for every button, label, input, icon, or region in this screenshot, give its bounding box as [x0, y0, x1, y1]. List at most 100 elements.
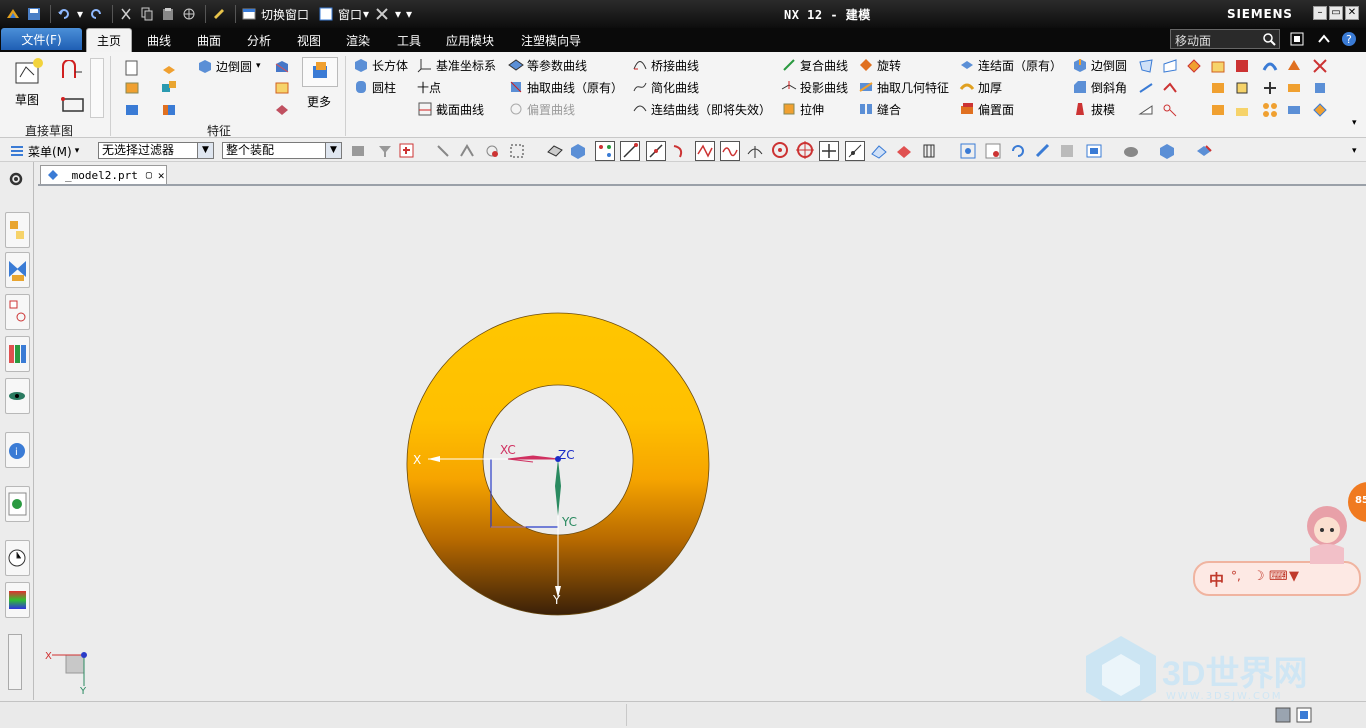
restore-tab-icon[interactable]: ▢ [146, 170, 152, 181]
fit-view-icon[interactable] [959, 142, 977, 160]
tangent-selection-icon[interactable] [458, 142, 476, 160]
type-filter-select[interactable]: 无选择过滤器 ▼ [98, 142, 214, 159]
thicken-button[interactable]: 加厚 [959, 78, 1002, 96]
selection-scope-select[interactable]: 整个装配 ▼ [222, 142, 342, 159]
sketch-button[interactable]: 草图 [15, 90, 39, 108]
bounded-plane-icon[interactable] [1162, 58, 1178, 74]
tools-icon[interactable] [373, 5, 391, 23]
ime-toolbar[interactable]: 中 °, ☽ ⌨ ▼ [1193, 561, 1361, 596]
resource-bar-scroll[interactable] [8, 634, 22, 690]
snap-quadrant-icon[interactable] [796, 141, 814, 159]
minimize-button[interactable]: – [1313, 6, 1327, 20]
restore-button[interactable]: ▭ [1329, 6, 1343, 20]
block-orange-icon[interactable] [124, 80, 140, 96]
save-icon[interactable] [25, 5, 43, 23]
cut-icon[interactable] [117, 5, 135, 23]
mirror-icon[interactable] [1286, 80, 1302, 96]
tab-tools[interactable]: 工具 [397, 28, 421, 52]
move-face-icon[interactable] [1286, 102, 1302, 118]
ribbon-options-icon[interactable]: ▾ [1352, 118, 1362, 134]
pattern-grid-icon[interactable] [1262, 102, 1278, 118]
general-selection-icon[interactable] [350, 142, 368, 160]
switch-window-button[interactable]: 切换窗口 [261, 6, 309, 23]
bridge-curve-button[interactable]: 桥接曲线 [632, 56, 699, 74]
fullscreen-icon[interactable] [1289, 31, 1305, 47]
snap-point-on-curve-button[interactable] [845, 141, 865, 161]
synchronous-icon[interactable] [1312, 102, 1328, 118]
graphics-window[interactable]: X Y XC YC ZC X Y 中 °, ☽ ⌨ ▼ 85 3D世界网 WWW… [38, 184, 1366, 712]
tab-applications[interactable]: 应用模块 [446, 28, 494, 52]
more-gallery-icon[interactable] [302, 57, 338, 87]
ime-punctuation-label[interactable]: °, [1231, 569, 1241, 583]
extract-curve-button[interactable]: 抽取曲线（原有） [508, 78, 623, 96]
new-page-icon[interactable] [124, 60, 140, 76]
fill-surface-icon[interactable] [1210, 102, 1226, 118]
extrude-button[interactable]: 拉伸 [781, 100, 824, 118]
search-icon[interactable] [1262, 32, 1276, 46]
allow-selection-icon[interactable] [483, 142, 501, 160]
snap-curve-icon[interactable] [670, 142, 688, 160]
gear-feature-icon[interactable] [1234, 102, 1250, 118]
snap-spline-button[interactable] [720, 141, 740, 161]
command-search-input[interactable]: 移动面 [1170, 29, 1280, 49]
edge-blend-2-button[interactable]: 边倒圆 [1072, 56, 1127, 74]
history-clock-icon[interactable] [5, 540, 30, 576]
nx-logo-icon[interactable] [4, 5, 22, 23]
tab-home[interactable]: 主页 [86, 28, 133, 52]
snap-on-surface-icon[interactable] [870, 142, 888, 160]
offset-face-button[interactable]: 偏置面 [959, 100, 1014, 118]
sketch-icon[interactable] [12, 57, 44, 87]
close-button[interactable]: ✕ [1345, 6, 1359, 20]
main-menu-button[interactable]: 菜单(M) ▾ [9, 142, 79, 160]
view-cube-icon[interactable] [1158, 142, 1176, 160]
undo-dropdown-icon[interactable]: ▾ [76, 5, 84, 23]
split-body-icon[interactable] [1262, 80, 1278, 96]
pan-view-icon[interactable] [1034, 142, 1052, 160]
snap-endpoint-button[interactable] [595, 141, 615, 161]
collapse-ribbon-icon[interactable] [1316, 31, 1332, 47]
hd3d-tools-icon[interactable]: i [5, 432, 30, 468]
unite-surface-icon[interactable] [1312, 58, 1328, 74]
unite-icon[interactable] [124, 102, 140, 118]
fullscreen-toggle-icon[interactable] [1296, 707, 1312, 723]
blend-icon[interactable] [1262, 58, 1278, 74]
point-button[interactable]: 十点 [417, 78, 441, 96]
assembly-navigator-icon[interactable] [5, 212, 30, 248]
rectangle-select-icon[interactable] [508, 142, 526, 160]
tab-surface[interactable]: 曲面 [197, 28, 221, 52]
reuse-library-icon[interactable] [5, 336, 30, 372]
touch-mode-icon[interactable] [210, 5, 228, 23]
replace-face-icon[interactable] [1210, 80, 1226, 96]
copy-icon[interactable] [138, 5, 156, 23]
toolbar-options-icon[interactable]: ▾ [1352, 146, 1357, 156]
project-curve-button[interactable]: 投影曲线 [781, 78, 848, 96]
perspective-icon[interactable] [1058, 142, 1076, 160]
paste-icon[interactable] [159, 5, 177, 23]
orient-view-icon[interactable] [1085, 142, 1103, 160]
select-all-icon[interactable] [398, 142, 416, 160]
constraint-navigator-icon[interactable] [5, 252, 30, 288]
history-icon[interactable] [5, 378, 30, 414]
datum-csys-button[interactable]: 基准坐标系 [417, 56, 496, 74]
zoom-icon[interactable] [984, 142, 1002, 160]
help-icon[interactable]: ? [1341, 31, 1357, 47]
undo-icon[interactable] [55, 5, 73, 23]
surface-icon[interactable] [1138, 58, 1154, 74]
web-browser-icon[interactable] [5, 486, 30, 522]
sweep-icon[interactable] [1286, 58, 1302, 74]
snap-arc-center-icon[interactable] [771, 141, 789, 159]
part-navigator-icon[interactable] [5, 294, 30, 330]
tab-analysis[interactable]: 分析 [247, 28, 271, 52]
profile-icon[interactable] [60, 59, 86, 82]
extrude-face-icon[interactable] [161, 60, 177, 76]
snap-intersection-icon[interactable] [746, 142, 764, 160]
ruled-icon[interactable] [1138, 80, 1154, 96]
block-button[interactable]: 长方体 [353, 56, 408, 74]
tab-curve[interactable]: 曲线 [147, 28, 171, 52]
join-face-button[interactable]: 连结面（原有） [959, 56, 1062, 74]
window-menu-button[interactable]: 窗口 [338, 6, 362, 23]
point-set-icon[interactable] [1162, 102, 1178, 118]
chamfer-button[interactable]: 倒斜角 [1072, 78, 1127, 96]
grid-toggle-icon[interactable] [1275, 707, 1291, 723]
sketch-gallery-scroll[interactable] [90, 58, 104, 118]
